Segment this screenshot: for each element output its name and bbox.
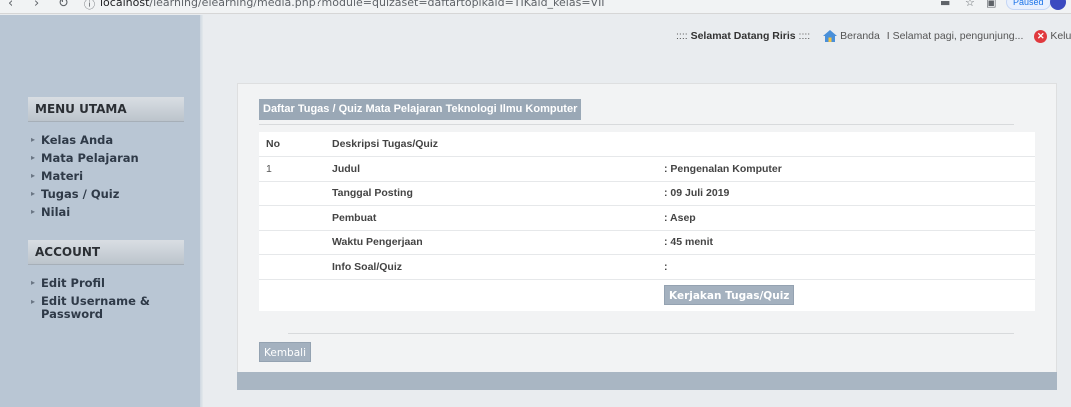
address-bar[interactable]: localhost/learning/elearning/media.php?m… [100, 0, 605, 9]
divider [259, 124, 1014, 125]
menu-item-edit-profil[interactable]: ▸ Edit Profil [31, 274, 181, 292]
welcome-user: Selamat Datang Riris [690, 30, 796, 42]
table-header-row: No Deskripsi Tugas/Quiz [259, 132, 1035, 157]
menu-item-materi[interactable]: ▸ Materi [31, 167, 139, 185]
account-menu-list: ▸ Edit Profil ▸ Edit Username & Password [31, 274, 181, 321]
menu-item-tugas-quiz[interactable]: ▸ Tugas / Quiz [31, 185, 139, 203]
table-row: 1 Judul : Pengenalan Komputer [259, 156, 1035, 182]
row-label: Waktu Pengerjaan [332, 230, 664, 255]
bookmark-star-icon[interactable]: ☆ [965, 0, 979, 9]
row-value: : [664, 254, 1035, 280]
row-label: Tanggal Posting [332, 181, 664, 206]
browser-toolbar: ‹ › ↻ ⓘ localhost/learning/elearning/med… [0, 0, 1071, 14]
back-button[interactable]: Kembali [259, 342, 311, 362]
site-info-icon[interactable]: ⓘ [84, 0, 95, 12]
url-path: /learning/elearning/media.php?module=qui… [149, 0, 605, 9]
row-value: : Asep [664, 205, 1035, 231]
row-label: Info Soal/Quiz [332, 254, 664, 280]
translate-icon[interactable]: ▬ [940, 0, 954, 9]
quiz-detail-table: No Deskripsi Tugas/Quiz 1 Judul : Pengen… [259, 132, 1035, 311]
panel-title: Daftar Tugas / Quiz Mata Pelajaran Tekno… [259, 99, 582, 120]
col-desc-header: Deskripsi Tugas/Quiz [332, 132, 664, 157]
forward-arrow-icon[interactable]: › [34, 0, 39, 11]
panel-footer [237, 372, 1057, 390]
url-host: localhost [100, 0, 150, 9]
menu-item-mata-pelajaran[interactable]: ▸ Mata Pelajaran [31, 149, 139, 167]
menu-utama-heading: MENU UTAMA [28, 97, 184, 122]
extension-icon[interactable]: ▣ [986, 0, 1000, 9]
beranda-link[interactable]: Beranda [840, 30, 880, 42]
row-value: : 09 Juli 2019 [664, 181, 1035, 206]
main-menu-list: ▸ Kelas Anda ▸ Mata Pelajaran ▸ Materi ▸ Tug… [31, 131, 139, 221]
home-icon[interactable] [823, 30, 838, 43]
start-quiz-button[interactable]: Kerjakan Tugas/Quiz [664, 285, 795, 306]
keluar-link[interactable]: Kelua [1050, 30, 1071, 42]
chevron-right-icon: ▸ [31, 135, 36, 144]
account-heading: ACCOUNT [28, 240, 184, 265]
menu-item-kelas-anda[interactable]: ▸ Kelas Anda [31, 131, 139, 149]
chevron-right-icon: ▸ [31, 189, 36, 198]
sidebar-divider [200, 15, 203, 407]
chevron-right-icon: ▸ [31, 171, 36, 180]
row-value: : 45 menit [664, 230, 1035, 255]
col-no-header: No [259, 132, 332, 157]
back-arrow-icon[interactable]: ‹ [8, 0, 13, 11]
table-row: Waktu Pengerjaan : 45 menit [259, 230, 1035, 255]
paused-badge[interactable]: Paused [1006, 0, 1051, 10]
chevron-right-icon: ▸ [31, 297, 36, 306]
chevron-right-icon: ▸ [31, 278, 36, 287]
row-label: Pembuat [332, 205, 664, 231]
reload-icon[interactable]: ↻ [58, 0, 69, 11]
exit-icon[interactable]: ✕ [1034, 29, 1048, 43]
row-number: 1 [259, 156, 332, 182]
table-row: Kerjakan Tugas/Quiz [259, 279, 1035, 311]
table-row: Tanggal Posting : 09 Juli 2019 [259, 181, 1035, 206]
menu-item-edit-username-password[interactable]: ▸ Edit Username & Password [31, 295, 181, 321]
row-label: Judul [332, 156, 664, 182]
table-row: Info Soal/Quiz : [259, 254, 1035, 280]
chevron-right-icon: ▸ [31, 153, 36, 162]
greeting-text: I Selamat pagi, pengunjung... [886, 30, 1024, 42]
divider [288, 333, 1014, 334]
chevron-right-icon: ▸ [31, 207, 36, 216]
menu-item-nilai[interactable]: ▸ Nilai [31, 203, 139, 221]
profile-avatar[interactable] [1050, 0, 1066, 10]
row-value: : Pengenalan Komputer [664, 156, 1035, 182]
table-row: Pembuat : Asep [259, 205, 1035, 231]
welcome-bar: :::: Selamat Datang Riris :::: Beranda I… [676, 29, 1071, 43]
